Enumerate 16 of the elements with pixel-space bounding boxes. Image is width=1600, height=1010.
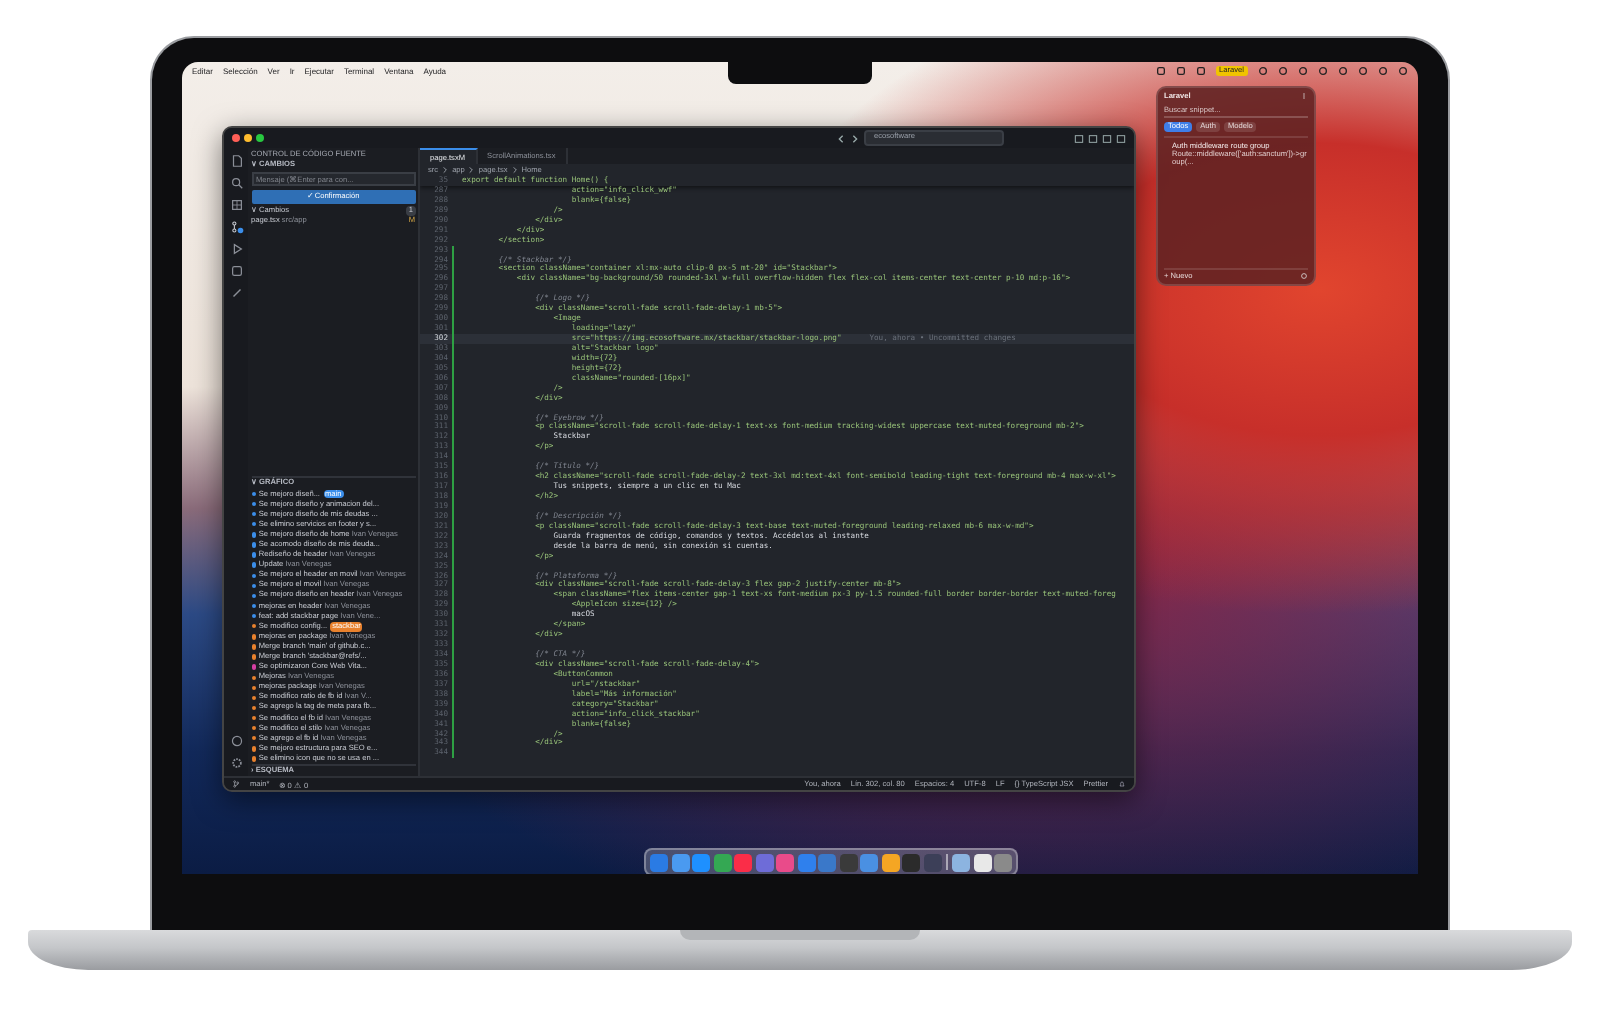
bell-icon[interactable]	[1118, 780, 1126, 788]
zoom-button[interactable]	[256, 134, 264, 142]
source-control-icon[interactable]	[229, 220, 243, 234]
chevron-icon	[442, 166, 449, 174]
run-debug-icon[interactable]	[229, 242, 243, 256]
camera-notch	[728, 60, 872, 84]
files-icon[interactable]	[229, 154, 243, 168]
settings-icon[interactable]	[229, 756, 243, 770]
extensions-icon[interactable]	[229, 198, 243, 212]
search-icon[interactable]	[229, 176, 243, 190]
chevron-icon	[511, 166, 518, 174]
minimize-button[interactable]	[244, 134, 252, 142]
chevron-icon	[468, 166, 475, 174]
account-icon[interactable]	[229, 734, 243, 748]
branch-icon	[232, 780, 240, 788]
close-button[interactable]	[232, 134, 240, 142]
